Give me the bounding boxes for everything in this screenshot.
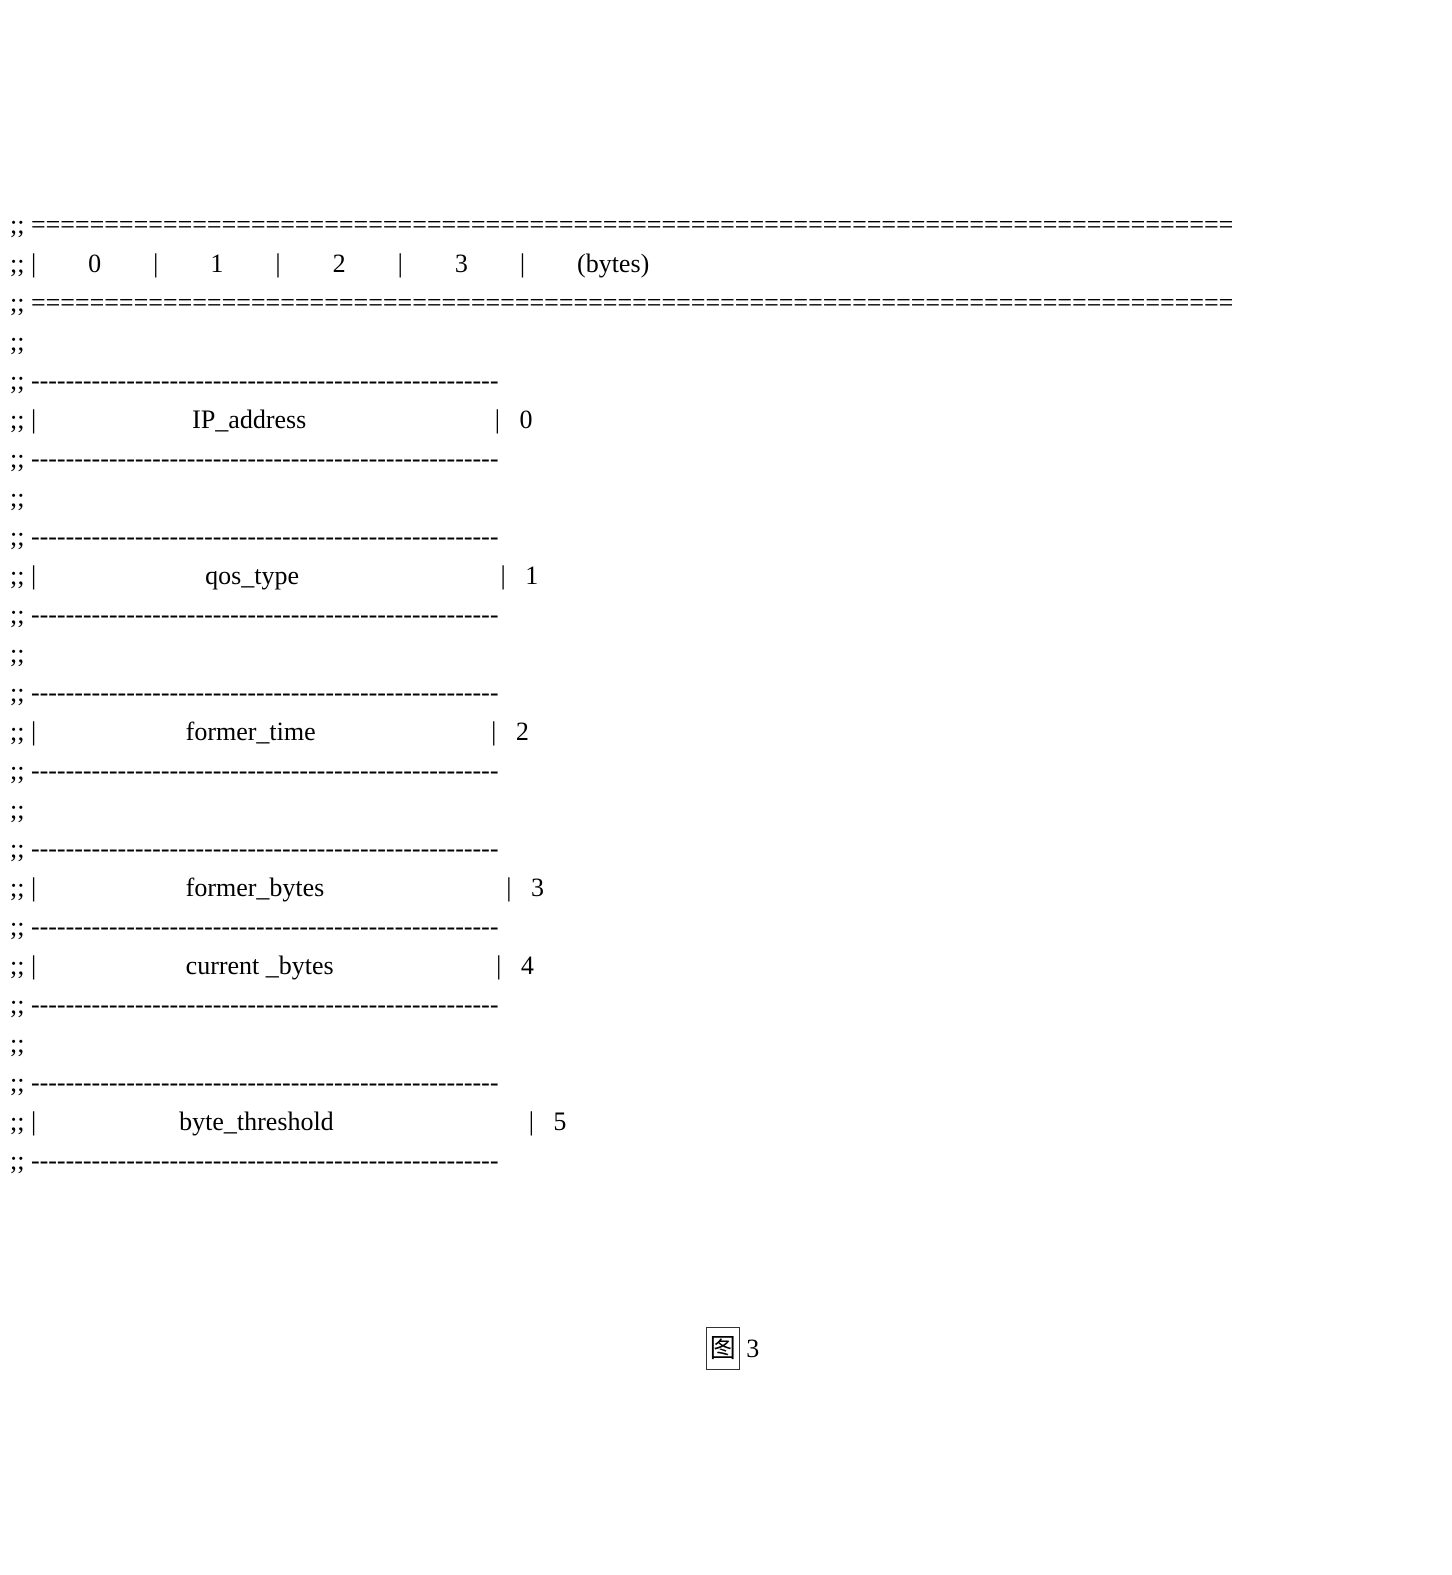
field-rule: ;; -------------------------------------… [10,1068,499,1097]
field-rule: ;; -------------------------------------… [10,834,499,863]
field-offset: 2 [516,717,529,746]
header-bytes-label: (bytes) [577,249,649,278]
byte-structure-diagram: ;; =====================================… [10,166,1442,1180]
caption-number: 3 [746,1334,759,1363]
field-rule: ;; -------------------------------------… [10,444,499,473]
field-current-bytes: ;; | current _bytes | 4 [10,951,534,980]
header-col-3: 3 [455,249,468,278]
field-rule: ;; -------------------------------------… [10,1146,499,1175]
field-rule: ;; -------------------------------------… [10,990,499,1019]
header-col-1: 1 [210,249,223,278]
figure-caption: 图 3 [10,1288,1442,1370]
field-name: former_time [186,717,316,746]
blank-row: ;; [10,795,24,824]
field-offset: 4 [521,951,534,980]
field-former-time: ;; | former_time | 2 [10,717,529,746]
field-rule: ;; -------------------------------------… [10,756,499,785]
header-rule-bottom: ;; =====================================… [10,288,1233,317]
field-name: current _bytes [186,951,334,980]
field-rule: ;; -------------------------------------… [10,522,499,551]
blank-row: ;; [10,1029,24,1058]
field-rule: ;; -------------------------------------… [10,366,499,395]
header-col-0: 0 [88,249,101,278]
field-byte-threshold: ;; | byte_threshold | 5 [10,1107,566,1136]
blank-row: ;; [10,639,24,668]
field-name: byte_threshold [179,1107,334,1136]
header-col-2: 2 [333,249,346,278]
blank-row: ;; [10,327,24,356]
field-name: qos_type [205,561,299,590]
field-former-bytes: ;; | former_bytes | 3 [10,873,544,902]
field-offset: 3 [531,873,544,902]
header-rule-top: ;; =====================================… [10,210,1233,239]
field-name: former_bytes [186,873,325,902]
field-ip-address: ;; | IP_address | 0 [10,405,532,434]
field-qos-type: ;; | qos_type | 1 [10,561,538,590]
blank-row: ;; [10,483,24,512]
field-offset: 5 [553,1107,566,1136]
field-rule: ;; -------------------------------------… [10,912,499,941]
field-offset: 0 [519,405,532,434]
caption-label: 图 [706,1327,740,1370]
field-rule: ;; -------------------------------------… [10,678,499,707]
field-name: IP_address [192,405,306,434]
header-row: ;; | 0 | 1 | 2 | 3 | (bytes) [10,249,649,278]
field-rule: ;; -------------------------------------… [10,600,499,629]
field-offset: 1 [525,561,538,590]
